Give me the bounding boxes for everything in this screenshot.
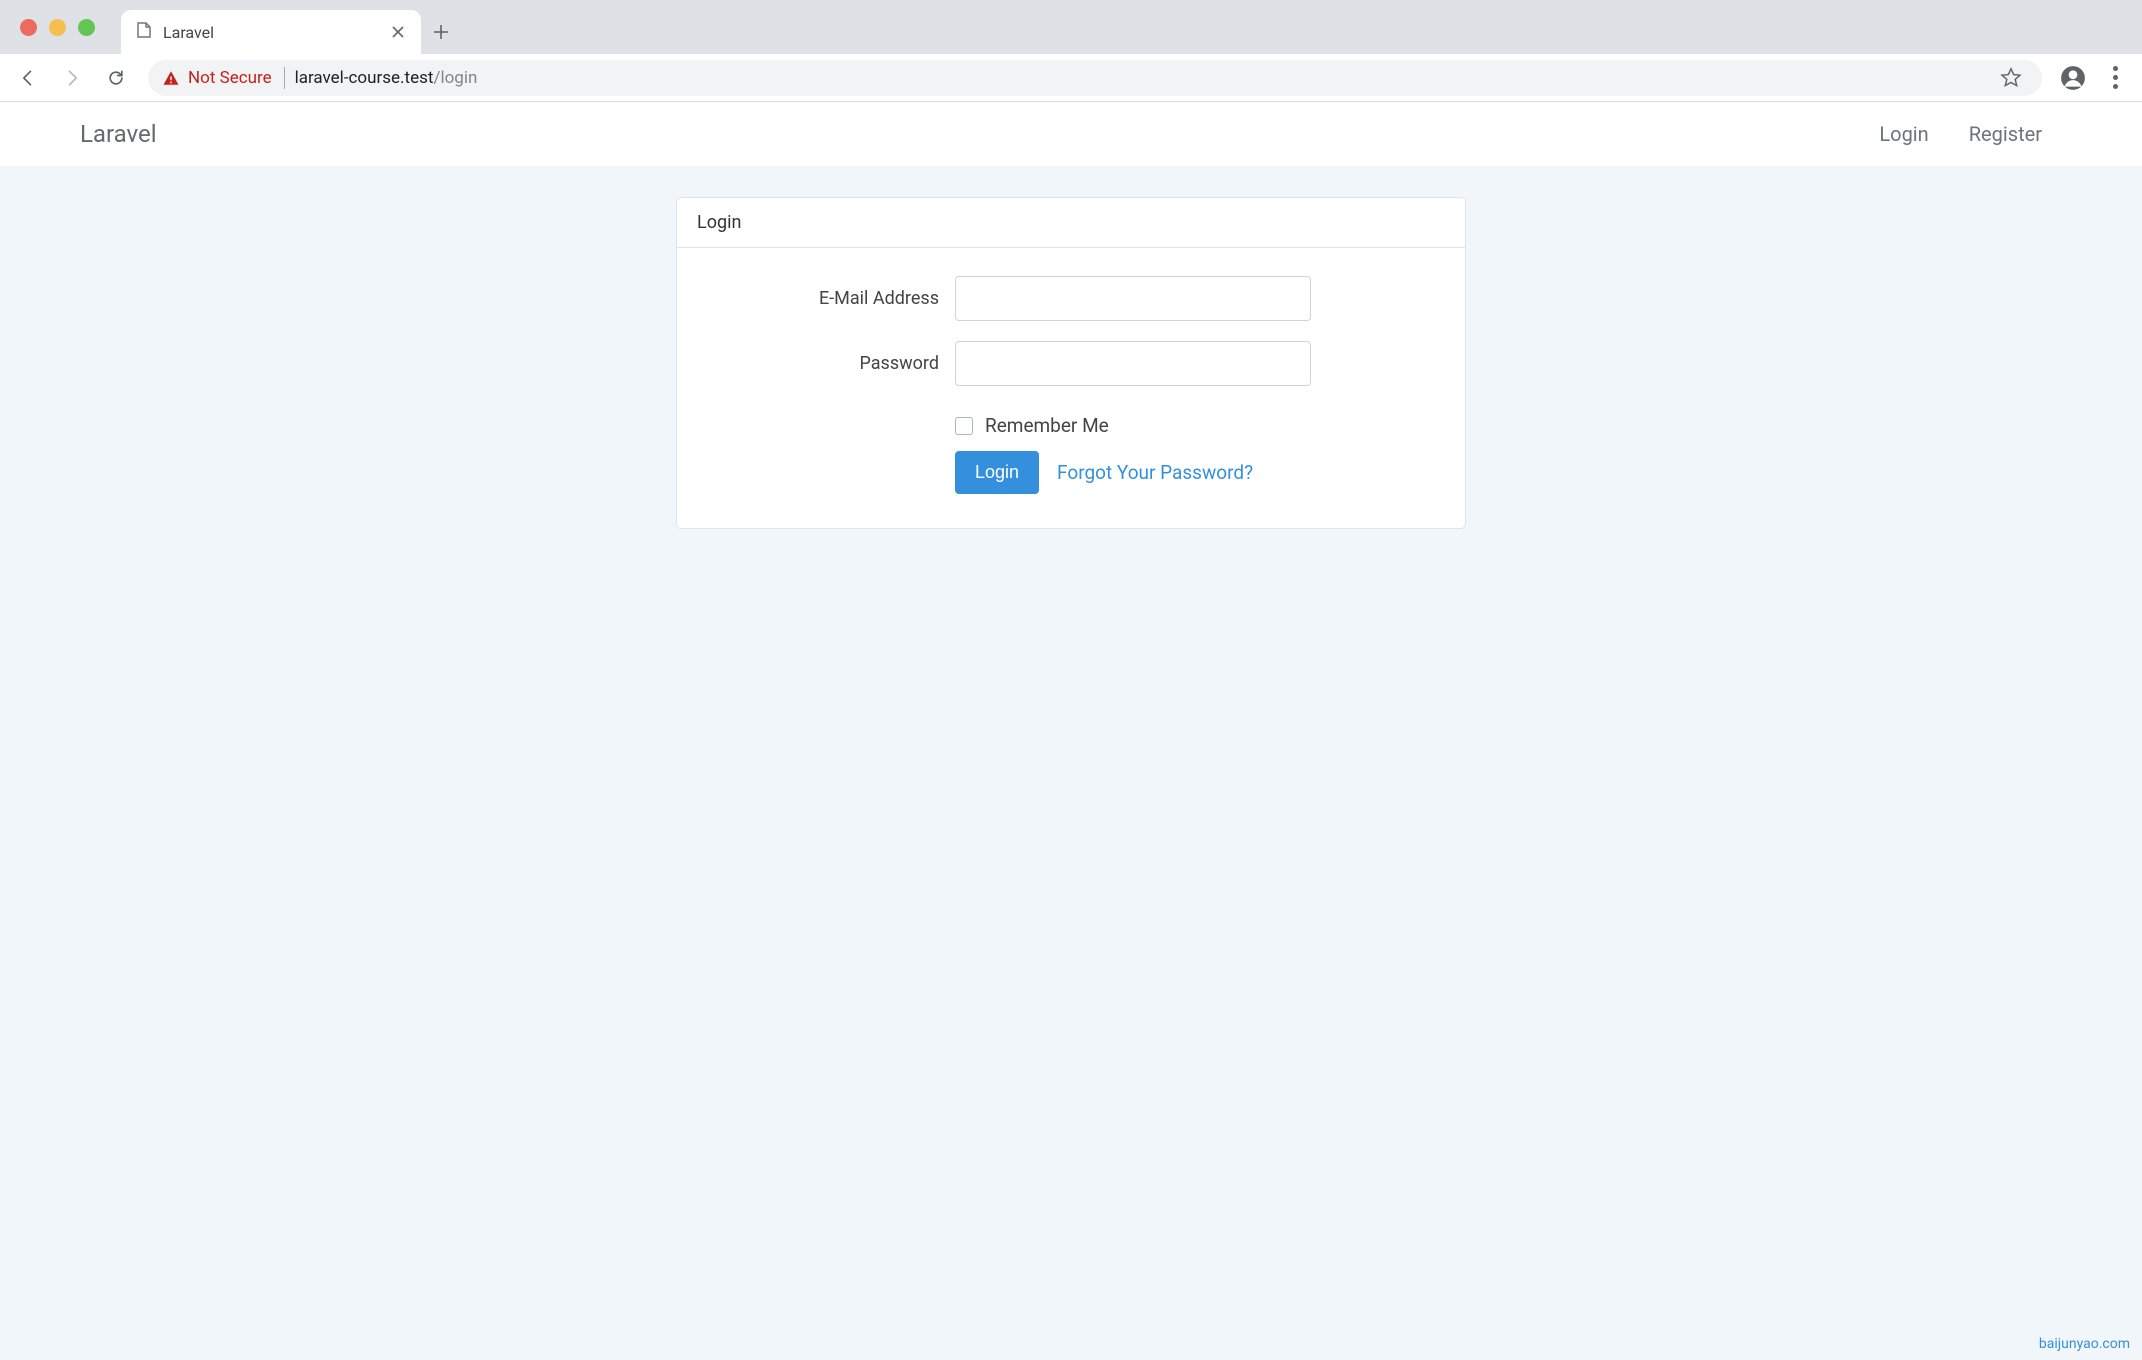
actions-row: Login Forgot Your Password? [955,451,1441,494]
window-controls [14,19,121,54]
tab-title: Laravel [163,23,379,42]
reload-button[interactable] [98,60,134,96]
login-card: Login E-Mail Address Password Remember M… [676,197,1466,529]
new-tab-button[interactable] [421,12,461,52]
browser-tab-strip: Laravel [0,0,2142,54]
tab-close-button[interactable] [389,23,407,41]
user-icon [2060,65,2086,91]
page-content: Login E-Mail Address Password Remember M… [0,167,2142,1360]
back-button[interactable] [10,60,46,96]
window-maximize-button[interactable] [78,19,95,36]
url-host: laravel-course.test [295,68,434,88]
watermark: baijunyao.com [2039,1336,2130,1352]
url-text: laravel-course.test/login [295,68,478,88]
nav-register-link[interactable]: Register [1949,122,2062,146]
star-icon [2000,67,2022,89]
bookmark-button[interactable] [1994,61,2028,95]
password-input[interactable] [955,341,1311,386]
security-label: Not Secure [188,68,272,88]
app-brand[interactable]: Laravel [80,120,157,148]
forgot-password-link[interactable]: Forgot Your Password? [1057,461,1253,484]
window-close-button[interactable] [20,19,37,36]
tab-favicon-icon [135,21,153,43]
app-navbar: Laravel Login Register [0,102,2142,167]
remember-label: Remember Me [985,414,1109,437]
remember-checkbox[interactable] [955,417,973,435]
forward-button[interactable] [54,60,90,96]
security-indicator[interactable]: Not Secure [162,67,285,89]
remember-row: Remember Me [955,414,1441,437]
password-label: Password [701,353,955,374]
email-input[interactable] [955,276,1311,321]
window-minimize-button[interactable] [49,19,66,36]
browser-tab[interactable]: Laravel [121,10,421,54]
more-vertical-icon [2113,66,2118,89]
card-title: Login [677,198,1465,248]
browser-menu-button[interactable] [2098,61,2132,95]
url-path: /login [433,68,477,88]
email-label: E-Mail Address [701,288,955,309]
nav-login-link[interactable]: Login [1859,122,1948,146]
warning-icon [162,69,180,87]
login-form: E-Mail Address Password Remember Me Logi… [677,248,1465,528]
password-row: Password [701,341,1441,386]
profile-button[interactable] [2056,61,2090,95]
address-bar[interactable]: Not Secure laravel-course.test/login [148,60,2042,96]
browser-toolbar: Not Secure laravel-course.test/login [0,54,2142,102]
login-button[interactable]: Login [955,451,1039,494]
email-row: E-Mail Address [701,276,1441,321]
